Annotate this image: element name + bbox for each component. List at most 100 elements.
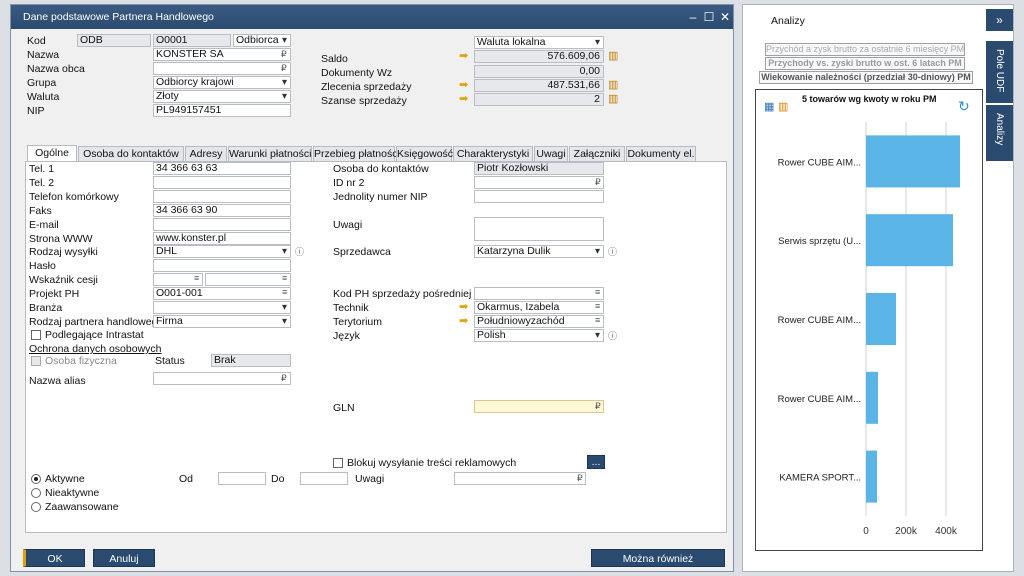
list-icon[interactable]: ≡ — [595, 301, 600, 311]
report-item[interactable]: Przychód a zysk brutto za ostatnie 6 mie… — [765, 43, 965, 56]
tel1-field[interactable]: 34 366 63 63 — [153, 162, 291, 175]
tab-9[interactable]: Dokumenty el. — [626, 146, 696, 162]
uwagi-label: Uwagi — [333, 219, 363, 231]
osoba-fiz-checkbox[interactable] — [31, 356, 41, 366]
list-icon[interactable]: ≡ — [595, 315, 600, 325]
aktywne-radio[interactable] — [31, 474, 41, 484]
aktywne-label: Aktywne — [45, 473, 85, 485]
zaawansowane-radio[interactable] — [31, 502, 41, 512]
gln-field[interactable] — [474, 400, 604, 413]
wskaznik-field-2[interactable] — [205, 273, 291, 286]
info-icon[interactable]: ⓘ — [608, 329, 617, 342]
projekt-field[interactable]: O001-001 — [153, 287, 291, 300]
jezyk-select[interactable]: Polish — [474, 329, 604, 342]
expand-icon[interactable]: » — [986, 9, 1013, 31]
od-field[interactable] — [218, 472, 266, 485]
kod-series-field[interactable]: ODB — [77, 34, 151, 47]
table-icon[interactable]: ▦ — [764, 100, 774, 113]
grupa-select[interactable]: Odbiorcy krajowi — [153, 76, 291, 89]
tab-5[interactable]: Księgowość — [396, 146, 453, 162]
telkom-field[interactable] — [153, 190, 291, 203]
alias-field[interactable] — [153, 372, 291, 385]
translate-icon[interactable]: ₽ — [281, 49, 287, 60]
chart-bar — [866, 292, 896, 346]
tab-2[interactable]: Adresy — [185, 146, 227, 162]
window-title: Dane podstawowe Partnera Handlowego — [23, 11, 214, 23]
nieaktywne-radio[interactable] — [31, 488, 41, 498]
chart-bars-icon[interactable]: ▥ — [778, 100, 788, 113]
technik-field[interactable]: Okarmus, Izabela — [474, 301, 604, 314]
more-button[interactable]: ... — [587, 455, 605, 469]
tel2-label: Tel. 2 — [29, 177, 55, 189]
kod-field[interactable]: O0001 — [153, 34, 231, 47]
arrow-link-icon[interactable]: ➡ — [459, 316, 471, 327]
jezyk-label: Język — [333, 330, 360, 342]
nazwa-obca-field[interactable] — [153, 62, 291, 75]
chart-bars-icon[interactable]: ▥ — [608, 49, 618, 62]
www-field[interactable]: www.konster.pl — [153, 232, 291, 245]
wysylka-select[interactable]: DHL — [153, 245, 291, 258]
do-field[interactable] — [300, 472, 348, 485]
translate-icon[interactable]: ₽ — [281, 63, 287, 74]
waluta-select[interactable]: Złoty — [153, 90, 291, 103]
info-icon[interactable]: ⓘ — [295, 245, 304, 258]
tab-pole-udf-label: Pole UDF — [994, 49, 1005, 93]
tab-3[interactable]: Warunki płatności — [228, 146, 312, 162]
mozna-button[interactable]: Można również — [591, 549, 725, 567]
refresh-icon[interactable]: ↻ — [958, 98, 970, 115]
translate-icon[interactable]: ₽ — [577, 473, 583, 484]
chart-bars-icon[interactable]: ▥ — [608, 78, 618, 91]
uwagi-field[interactable] — [474, 217, 604, 241]
minimize-icon[interactable]: ‒ — [685, 9, 701, 25]
tab-analizy[interactable]: Analizy — [986, 105, 1013, 161]
chart-bars-icon[interactable]: ▥ — [608, 92, 618, 105]
uwagi2-field[interactable] — [454, 472, 586, 485]
tab-4[interactable]: Przebieg płatności — [313, 146, 400, 162]
arrow-link-icon[interactable]: ➡ — [459, 94, 471, 105]
maximize-icon[interactable]: ☐ — [701, 9, 717, 25]
currency-mode-select[interactable]: Waluta lokalna — [474, 36, 604, 49]
tab-1[interactable]: Osoba do kontaktów — [78, 146, 184, 162]
blokuj-checkbox[interactable] — [333, 458, 343, 468]
arrow-link-icon[interactable]: ➡ — [459, 51, 471, 62]
info-icon[interactable]: ⓘ — [608, 245, 617, 258]
email-field[interactable] — [153, 218, 291, 231]
nip-field[interactable]: PL949157451 — [153, 104, 291, 117]
list-icon[interactable]: ≡ — [595, 287, 600, 297]
sprzedawca-select[interactable]: Katarzyna Dulik — [474, 245, 604, 258]
intrastat-checkbox[interactable] — [31, 330, 41, 340]
translate-icon[interactable]: ₽ — [281, 373, 287, 384]
list-icon[interactable]: ≡ — [282, 273, 287, 283]
arrow-link-icon[interactable]: ➡ — [459, 302, 471, 313]
arrow-link-icon[interactable]: ➡ — [459, 80, 471, 91]
kodph-field[interactable] — [474, 287, 604, 300]
cancel-button[interactable]: Anuluj — [93, 549, 155, 567]
category-label: KAMERA SPORT... — [779, 473, 861, 484]
tel2-field[interactable] — [153, 176, 291, 189]
tab-6[interactable]: Charakterystyki — [453, 146, 533, 162]
tab-8[interactable]: Załączniki — [569, 146, 625, 162]
jnip-field[interactable] — [474, 190, 604, 203]
terytorium-field[interactable]: Południowyzachód — [474, 315, 604, 328]
report-item[interactable]: Przychody vs. zyski brutto w ost. 6 lata… — [765, 57, 965, 70]
nazwa-field[interactable]: KONSTER SA — [153, 48, 291, 61]
haslo-label: Hasło — [29, 260, 56, 272]
blokuj-label: Blokuj wysyłanie treści reklamowych — [347, 457, 517, 469]
kod-type-select[interactable]: Odbiorca — [233, 34, 291, 47]
translate-icon[interactable]: ₽ — [595, 401, 601, 412]
report-item[interactable]: Wiekowanie należności (przedział 30-dnio… — [759, 71, 973, 84]
close-icon[interactable]: ✕ — [717, 9, 733, 25]
translate-icon[interactable]: ₽ — [595, 177, 601, 188]
list-icon[interactable]: ≡ — [194, 273, 199, 283]
branza-select[interactable] — [153, 301, 291, 314]
ochrona-label[interactable]: Ochrona danych osobowych — [29, 343, 162, 355]
id2-field[interactable] — [474, 176, 604, 189]
tab-7[interactable]: Uwagi — [534, 146, 568, 162]
tab-pole-udf[interactable]: Pole UDF — [986, 41, 1013, 103]
tab-0[interactable]: Ogólne — [27, 145, 77, 162]
faks-field[interactable]: 34 366 63 90 — [153, 204, 291, 217]
list-icon[interactable]: ≡ — [282, 287, 287, 297]
rodzaj-select[interactable]: Firma — [153, 315, 291, 328]
haslo-field[interactable] — [153, 259, 291, 272]
ok-button[interactable]: OK — [23, 549, 85, 567]
